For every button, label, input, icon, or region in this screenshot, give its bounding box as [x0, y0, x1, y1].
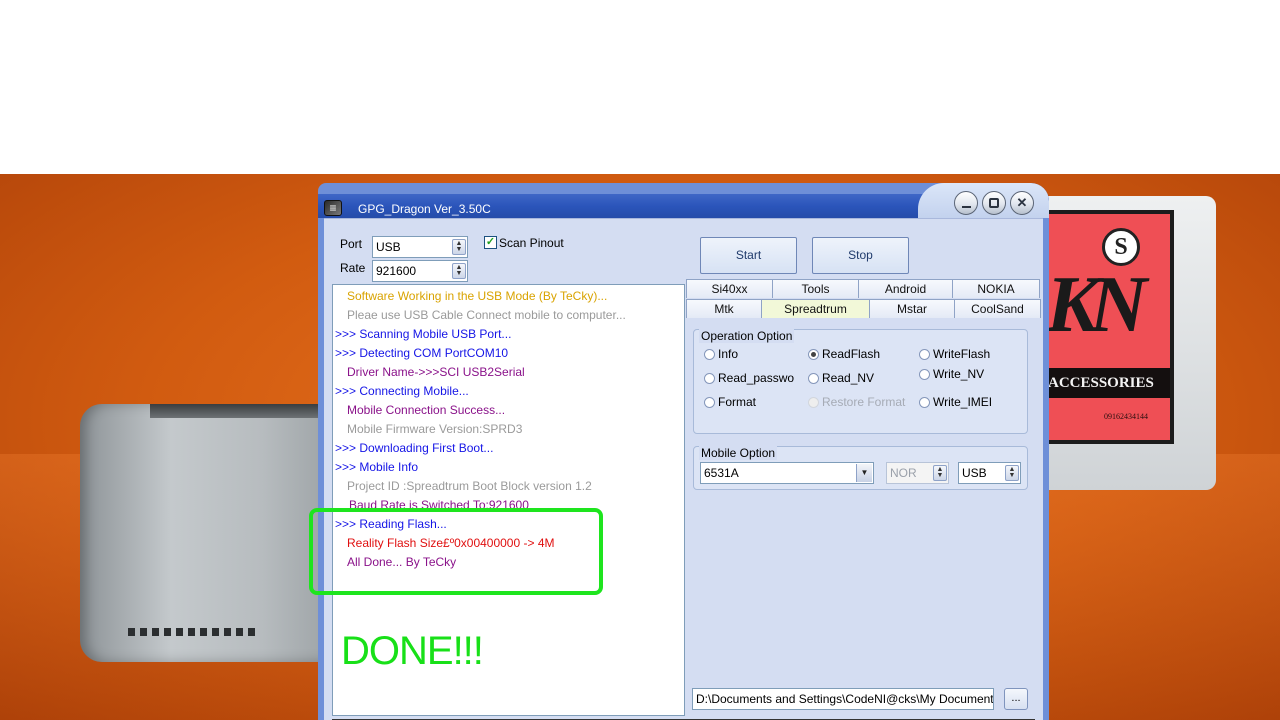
minimize-icon [961, 205, 971, 208]
log-line: Driver Name->>>SCI USB2Serial [347, 365, 525, 379]
rate-value: 921600 [376, 264, 417, 278]
radio-write-imei[interactable] [919, 397, 930, 408]
minimize-button[interactable] [954, 191, 978, 215]
tab-android[interactable]: Android [858, 279, 953, 298]
tab-coolsand[interactable]: CoolSand [954, 299, 1041, 318]
scan-pinout-label: Scan Pinout [499, 236, 564, 250]
interface-value: USB [962, 466, 987, 480]
radio-writeflash[interactable] [919, 349, 930, 360]
tab-si40xx[interactable]: Si40xx [686, 279, 773, 298]
radio-restore-format [808, 397, 819, 408]
memory-select: NOR ▲ ▼ [886, 462, 949, 484]
interface-select[interactable]: USB ▲ ▼ [958, 462, 1021, 484]
app-icon: ≡ [324, 200, 342, 216]
radio-info[interactable] [704, 349, 715, 360]
highlight-annotation [309, 508, 603, 595]
log-line: Software Working in the USB Mode (By TeC… [347, 289, 608, 303]
radio-label: ReadFlash [822, 347, 881, 361]
log-line: >>> Downloading First Boot... [335, 441, 494, 455]
log-line: Mobile Connection Success... [347, 403, 506, 417]
port-label: Port [340, 237, 363, 251]
radio-label: Read_passwo [718, 371, 795, 385]
chip-value: 6531A [704, 466, 739, 480]
mobile-option-group: Mobile Option 6531A ▼ NOR ▲ ▼ USB ▲ ▼ [693, 446, 1028, 490]
chip-select[interactable]: 6531A ▼ [700, 462, 874, 484]
output-path-field[interactable]: D:\Documents and Settings\CodeNI@cks\My … [692, 688, 994, 710]
rate-label: Rate [340, 261, 366, 275]
scan-pinout-checkbox[interactable]: ✓ [484, 236, 497, 249]
radio-readflash[interactable] [808, 349, 819, 360]
background-monitor-screen: S KN ACCESSORIES 09162434144 [1046, 210, 1174, 444]
spin-arrows-icon[interactable]: ▲ ▼ [452, 263, 466, 279]
tab-spreadtrum[interactable]: Spreadtrum [761, 299, 870, 318]
spin-arrows-icon[interactable]: ▲ ▼ [1005, 465, 1019, 481]
maximize-button[interactable] [982, 191, 1006, 215]
radio-read-nv[interactable] [808, 373, 819, 384]
window-client-area: Port USB ▲ ▼ Rate 921600 ▲ ▼ ✓ Scan Pinout… [324, 218, 1043, 720]
radio-label: Info [718, 347, 739, 361]
background-monitor-left [80, 404, 350, 662]
logo-artwork: KN [1046, 261, 1147, 349]
maximize-icon [989, 198, 999, 208]
radio-format[interactable] [704, 397, 715, 408]
radio-label: WriteFlash [933, 347, 991, 361]
checkmark-icon: ✓ [485, 236, 496, 248]
radio-label: Write_NV [933, 367, 985, 381]
window-title: GPG_Dragon Ver_3.50C [358, 202, 491, 216]
radio-write-nv[interactable] [919, 369, 930, 380]
tab-tools[interactable]: Tools [772, 279, 859, 298]
port-select[interactable]: USB ▲ ▼ [372, 236, 468, 258]
tab-mtk[interactable]: Mtk [686, 299, 762, 318]
radio-label: Read_NV [822, 371, 875, 385]
start-button[interactable]: Start [700, 237, 797, 274]
log-output[interactable]: Software Working in the USB Mode (By TeC… [332, 284, 685, 716]
spin-arrows-icon: ▲ ▼ [933, 465, 947, 481]
banner-phone: 09162434144 [1104, 412, 1148, 421]
log-line: >>> Detecting COM PortCOM10 [335, 346, 509, 360]
operation-option-title: Operation Option [699, 329, 795, 343]
log-line: Pleae use USB Cable Connect mobile to co… [347, 308, 626, 322]
close-button[interactable]: ✕ [1010, 191, 1034, 215]
operation-option-group: Operation Option Info ReadFlash WriteFlash… [693, 329, 1028, 434]
log-line: >>> Scanning Mobile USB Port... [335, 327, 512, 341]
accessories-banner: ACCESSORIES [1046, 368, 1170, 398]
mobile-option-title: Mobile Option [699, 446, 778, 460]
tab-nokia[interactable]: NOKIA [952, 279, 1040, 298]
radio-read-passwo[interactable] [704, 373, 715, 384]
done-message: DONE!!! [341, 629, 484, 673]
log-line: Mobile Firmware Version:SPRD3 [347, 422, 523, 436]
radio-label: Write_IMEI [933, 395, 993, 409]
spin-arrows-icon[interactable]: ▲ ▼ [452, 239, 466, 255]
browse-button[interactable]: ... [1004, 688, 1028, 710]
radio-label: Restore Format [822, 395, 906, 409]
log-line: >>> Mobile Info [335, 460, 419, 474]
radio-label: Format [718, 395, 757, 409]
log-line: >>> Connecting Mobile... [335, 384, 469, 398]
log-line: Project ID :Spreadtrum Boot Block versio… [347, 479, 592, 493]
app-window: ≡ GPG_Dragon Ver_3.50C ✕ Port USB ▲ ▼ Rat… [318, 183, 1049, 720]
monitor-ports [128, 628, 258, 636]
rate-select[interactable]: 921600 ▲ ▼ [372, 260, 468, 282]
chevron-down-icon[interactable]: ▼ [856, 464, 872, 482]
tab-mstar[interactable]: Mstar [869, 299, 955, 318]
stop-button[interactable]: Stop [812, 237, 909, 274]
port-value: USB [376, 240, 401, 254]
memory-value: NOR [890, 466, 917, 480]
close-icon: ✕ [1016, 195, 1028, 210]
